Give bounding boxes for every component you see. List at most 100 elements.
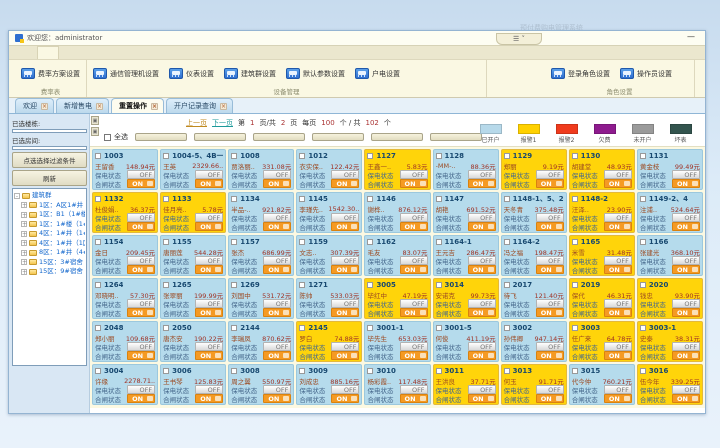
- tree-item[interactable]: + 8区：1#井（4#楼）: [14, 248, 85, 258]
- switch-status-toggle[interactable]: ON: [468, 351, 496, 360]
- card-checkbox[interactable]: [299, 325, 305, 331]
- close-icon[interactable]: ×: [151, 103, 158, 110]
- tree-expander-icon[interactable]: +: [21, 231, 27, 237]
- next-page-link[interactable]: 下一页: [212, 118, 233, 128]
- refresh-button[interactable]: 刷新: [12, 170, 87, 186]
- switch-status-toggle[interactable]: ON: [468, 179, 496, 188]
- switch-status-toggle[interactable]: ON: [672, 308, 700, 317]
- switch-status-toggle[interactable]: ON: [672, 222, 700, 231]
- supply-status-toggle[interactable]: OFF: [331, 256, 359, 265]
- ribbon-button[interactable]: 建筑群设置: [224, 68, 276, 79]
- close-icon[interactable]: ×: [96, 103, 103, 110]
- switch-status-toggle[interactable]: ON: [263, 179, 291, 188]
- supply-status-toggle[interactable]: OFF: [672, 385, 700, 394]
- switch-status-toggle[interactable]: ON: [263, 394, 291, 403]
- card-checkbox[interactable]: [504, 196, 510, 202]
- switch-status-toggle[interactable]: ON: [604, 222, 632, 231]
- switch-status-toggle[interactable]: ON: [400, 265, 428, 274]
- card-checkbox[interactable]: [436, 325, 442, 331]
- switch-status-toggle[interactable]: ON: [195, 308, 223, 317]
- tree-item[interactable]: + 15区：3#宿舍（3#宿舍楼）: [14, 258, 85, 268]
- card-checkbox[interactable]: [299, 196, 305, 202]
- supply-status-toggle[interactable]: OFF: [263, 299, 291, 308]
- switch-status-toggle[interactable]: ON: [468, 265, 496, 274]
- supply-status-toggle[interactable]: OFF: [263, 342, 291, 351]
- supply-status-toggle[interactable]: OFF: [400, 256, 428, 265]
- supply-status-toggle[interactable]: OFF: [536, 299, 564, 308]
- tree-expander-icon[interactable]: +: [21, 212, 27, 218]
- card-checkbox[interactable]: [572, 153, 578, 159]
- card-checkbox[interactable]: [436, 368, 442, 374]
- switch-status-toggle[interactable]: ON: [195, 394, 223, 403]
- switch-status-toggle[interactable]: ON: [536, 351, 564, 360]
- tree-item[interactable]: + 4区：1#井（1区1#楼）: [14, 239, 85, 249]
- tree-item[interactable]: - 建筑群: [14, 191, 85, 201]
- supply-status-toggle[interactable]: OFF: [400, 342, 428, 351]
- switch-status-toggle[interactable]: ON: [263, 222, 291, 231]
- tree-item[interactable]: + 1区：A区1#井: [14, 201, 85, 211]
- menu-tab[interactable]: [79, 46, 99, 59]
- switch-status-toggle[interactable]: ON: [331, 222, 359, 231]
- card-checkbox[interactable]: [299, 368, 305, 374]
- supply-status-toggle[interactable]: OFF: [195, 213, 223, 222]
- supply-status-toggle[interactable]: OFF: [195, 170, 223, 179]
- supply-status-toggle[interactable]: OFF: [536, 385, 564, 394]
- tree-expander-icon[interactable]: +: [21, 221, 27, 227]
- supply-status-toggle[interactable]: OFF: [468, 170, 496, 179]
- supply-status-toggle[interactable]: OFF: [263, 213, 291, 222]
- switch-status-toggle[interactable]: ON: [604, 351, 632, 360]
- switch-status-toggle[interactable]: ON: [331, 351, 359, 360]
- card-checkbox[interactable]: [367, 196, 373, 202]
- switch-status-toggle[interactable]: ON: [536, 308, 564, 317]
- switch-status-toggle[interactable]: ON: [672, 351, 700, 360]
- supply-status-toggle[interactable]: OFF: [195, 342, 223, 351]
- splitter-buttons[interactable]: ▣▣: [91, 116, 99, 136]
- supply-status-toggle[interactable]: OFF: [400, 385, 428, 394]
- card-checkbox[interactable]: [367, 282, 373, 288]
- card-checkbox[interactable]: [299, 282, 305, 288]
- card-checkbox[interactable]: [640, 282, 646, 288]
- switch-status-toggle[interactable]: ON: [468, 308, 496, 317]
- selected-room-box[interactable]: [12, 146, 87, 150]
- supply-status-toggle[interactable]: OFF: [127, 170, 155, 179]
- card-checkbox[interactable]: [163, 153, 169, 159]
- card-checkbox[interactable]: [367, 368, 373, 374]
- action-button[interactable]: [371, 133, 423, 141]
- tree-expander-icon[interactable]: +: [21, 269, 27, 275]
- supply-status-toggle[interactable]: OFF: [127, 256, 155, 265]
- supply-status-toggle[interactable]: OFF: [604, 213, 632, 222]
- card-checkbox[interactable]: [95, 325, 101, 331]
- switch-status-toggle[interactable]: ON: [195, 222, 223, 231]
- switch-status-toggle[interactable]: ON: [263, 265, 291, 274]
- switch-status-toggle[interactable]: ON: [672, 179, 700, 188]
- supply-status-toggle[interactable]: OFF: [263, 385, 291, 394]
- supply-status-toggle[interactable]: OFF: [536, 170, 564, 179]
- card-checkbox[interactable]: [436, 282, 442, 288]
- supply-status-toggle[interactable]: OFF: [672, 342, 700, 351]
- switch-status-toggle[interactable]: ON: [400, 308, 428, 317]
- card-checkbox[interactable]: [231, 282, 237, 288]
- switch-status-toggle[interactable]: ON: [604, 308, 632, 317]
- tree-item[interactable]: + 4区：1#井（1#楼）: [14, 229, 85, 239]
- card-checkbox[interactable]: [436, 153, 442, 159]
- supply-status-toggle[interactable]: OFF: [604, 256, 632, 265]
- tree-expander-icon[interactable]: -: [14, 193, 20, 199]
- card-checkbox[interactable]: [504, 153, 510, 159]
- supply-status-toggle[interactable]: OFF: [331, 342, 359, 351]
- card-checkbox[interactable]: [163, 325, 169, 331]
- close-icon[interactable]: ×: [41, 103, 48, 110]
- switch-status-toggle[interactable]: ON: [400, 222, 428, 231]
- switch-status-toggle[interactable]: ON: [331, 265, 359, 274]
- supply-status-toggle[interactable]: OFF: [536, 256, 564, 265]
- document-tab[interactable]: 新增售电 ×: [56, 98, 109, 113]
- supply-status-toggle[interactable]: OFF: [468, 256, 496, 265]
- ribbon-button[interactable]: 登录角色设置: [551, 68, 610, 79]
- card-checkbox[interactable]: [231, 368, 237, 374]
- action-button[interactable]: [312, 133, 364, 141]
- switch-status-toggle[interactable]: ON: [672, 265, 700, 274]
- supply-status-toggle[interactable]: OFF: [127, 342, 155, 351]
- card-checkbox[interactable]: [95, 368, 101, 374]
- switch-status-toggle[interactable]: ON: [127, 308, 155, 317]
- filter-select-button[interactable]: 点选选择过滤条件: [12, 152, 87, 168]
- card-checkbox[interactable]: [95, 239, 101, 245]
